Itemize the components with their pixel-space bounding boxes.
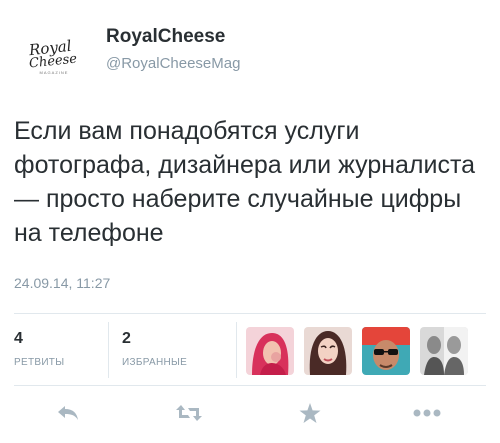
divider-bottom xyxy=(14,385,486,386)
avatar-mirror-selfie-icon xyxy=(420,327,468,375)
avatar-dark-hair-icon xyxy=(304,327,352,375)
reply-icon xyxy=(58,406,78,420)
account-name[interactable]: RoyalCheese xyxy=(106,26,225,48)
logo-text-line2: Cheese xyxy=(28,51,78,72)
divider-top xyxy=(14,313,486,314)
favoriter-avatar-3[interactable] xyxy=(362,327,410,375)
stats-separator-1 xyxy=(108,322,109,378)
account-handle[interactable]: @RoyalCheeseMag xyxy=(106,55,240,72)
tweet-card: Royal Cheese MAGAZINE RoyalCheese @Royal… xyxy=(0,0,500,443)
more-button[interactable] xyxy=(409,398,445,428)
more-icon xyxy=(413,409,441,417)
retweet-button[interactable] xyxy=(171,398,207,428)
favorites-count[interactable]: 2 xyxy=(122,330,131,348)
avatar-red-hair-icon xyxy=(246,327,294,375)
favoriter-avatar-2[interactable] xyxy=(304,327,352,375)
favoriter-avatar-4[interactable] xyxy=(420,327,468,375)
avatar-sunglasses-icon xyxy=(362,327,410,375)
retweets-count[interactable]: 4 xyxy=(14,330,23,348)
retweets-label[interactable]: РЕТВИТЫ xyxy=(14,357,64,368)
reply-button[interactable] xyxy=(50,398,86,428)
account-avatar-logo[interactable]: Royal Cheese MAGAZINE xyxy=(14,22,86,94)
stats-separator-2 xyxy=(236,322,237,378)
favorites-label[interactable]: ИЗБРАННЫЕ xyxy=(122,357,187,368)
retweet-icon xyxy=(176,405,202,421)
logo-small-text: MAGAZINE xyxy=(39,70,69,75)
tweet-timestamp[interactable]: 24.09.14, 11:27 xyxy=(14,275,110,291)
tweet-text: Если вам понадобятся услуги фотографа, д… xyxy=(14,117,476,247)
favorite-button[interactable] xyxy=(292,398,328,428)
favorite-icon xyxy=(299,402,321,423)
favoriter-avatar-1[interactable] xyxy=(246,327,294,375)
